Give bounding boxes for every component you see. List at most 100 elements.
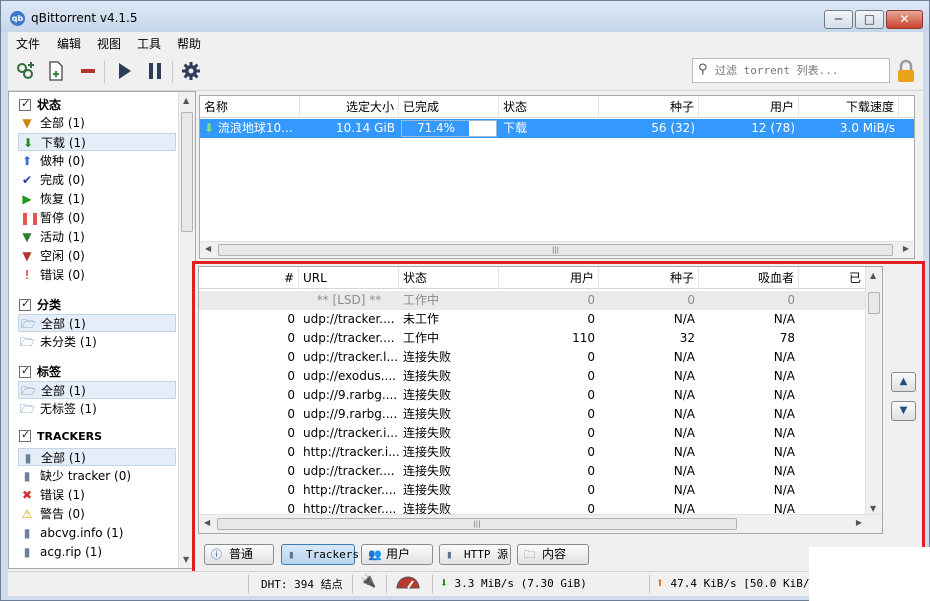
menu-file[interactable]: 文件 [16,35,40,52]
column-tier[interactable]: # [199,267,299,289]
scrollbar-thumb[interactable] [181,112,193,232]
tracker-row[interactable]: 0 http://tracker.i... 连接失败 0 N/A N/A [199,443,865,462]
add-torrent-file-button[interactable] [44,60,68,84]
close-button[interactable]: ✕ [886,10,923,29]
sidebar-item[interactable]: ✔ 完成 (0) [18,171,176,189]
status-section-header[interactable]: 状态 [19,96,61,113]
torrent-list-hscrollbar[interactable]: ◀ ||| ▶ [200,241,914,258]
sidebar-item[interactable]: ✖ 错误 (1) [18,486,176,504]
tracker-status: 未工作 [403,312,440,326]
scroll-left-icon[interactable]: ◀ [205,244,211,253]
trackers-vscrollbar[interactable]: ▲ ▼ [865,267,882,515]
column-peers[interactable]: 用户 [699,96,799,118]
column-tracker-downloaded[interactable]: 已 [799,267,865,289]
scrollbar-thumb[interactable]: ||| [217,518,737,530]
column-progress[interactable]: 已完成 [399,96,499,118]
column-tracker-peers[interactable]: 用户 [499,267,599,289]
tab-general[interactable]: ⓘ 普通 [204,544,274,565]
error-circle-icon: ✖ [21,488,33,502]
remove-torrent-button[interactable] [76,60,100,84]
tracker-row[interactable]: 0 udp://9.rarbg.... 连接失败 0 N/A N/A [199,405,865,424]
scroll-down-icon[interactable]: ▼ [183,555,189,564]
options-button[interactable] [179,60,203,84]
column-status[interactable]: 状态 [499,96,599,118]
maximize-button[interactable]: □ [855,10,884,29]
tracker-row[interactable]: 0 udp://tracker.i... 连接失败 0 N/A N/A [199,424,865,443]
trackers-section-header[interactable]: TRACKERS [19,428,102,443]
tracker-row[interactable]: 0 udp://9.rarbg.... 连接失败 0 N/A N/A [199,386,865,405]
sidebar-item[interactable]: ▮ abcvg.info (1) [18,524,176,542]
torrent-filter-input[interactable] [715,62,885,79]
sidebar-item[interactable]: 🗁 无标签 (1) [18,400,176,418]
menu-tools[interactable]: 工具 [137,35,161,52]
move-tracker-down-button[interactable]: ▼ [891,401,916,421]
tracker-row[interactable]: 0 udp://tracker.l... 连接失败 0 N/A N/A [199,348,865,367]
tab-http-sources[interactable]: ▮ HTTP 源 [439,544,511,565]
column-tracker-status[interactable]: 状态 [399,267,499,289]
torrent-filter-box[interactable]: ⚲ [692,58,890,83]
menu-edit[interactable]: 编辑 [57,35,81,52]
tab-content[interactable]: 🗀 内容 [517,544,589,565]
sidebar-item[interactable]: ▶ 恢复 (1) [18,190,176,208]
sidebar-item[interactable]: ⬇ 下载 (1) [18,133,176,151]
column-tracker-leeches[interactable]: 吸血者 [699,267,799,289]
sidebar-item[interactable]: ▮ 缺少 tracker (0) [18,467,176,485]
tab-trackers[interactable]: ▮ Trackers [281,544,359,565]
sidebar-item[interactable]: ❚❚暂停 (0) [18,209,176,227]
scroll-right-icon[interactable]: ▶ [856,518,862,527]
sidebar-item[interactable]: ▼ 全部 (1) [18,114,176,132]
resume-button[interactable] [112,60,136,84]
tracker-url: udp://tracker.... [303,312,395,326]
sidebar-item[interactable]: 🗁 全部 (1) [18,314,176,332]
tab-peers[interactable]: 👥 用户 [361,544,433,565]
tracker-row[interactable]: 0 udp://tracker.... 连接失败 0 N/A N/A [199,462,865,481]
minimize-button[interactable]: ─ [824,10,853,29]
sidebar-item[interactable]: ▼ 空闲 (0) [18,247,176,265]
pause-button[interactable] [143,60,167,84]
tracker-row[interactable]: 0 udp://exodus.... 连接失败 0 N/A N/A [199,367,865,386]
category-section-header[interactable]: 分类 [19,296,61,313]
menu-view[interactable]: 视图 [97,35,121,52]
tracker-row[interactable]: 0 udp://tracker.... 未工作 0 N/A N/A [199,310,865,329]
checkbox[interactable] [19,97,31,111]
column-tracker-seeds[interactable]: 种子 [599,267,699,289]
scroll-right-icon[interactable]: ▶ [903,244,909,253]
scroll-up-icon[interactable]: ▲ [183,96,189,105]
sidebar-item[interactable]: ⚠ 警告 (0) [18,505,176,523]
upload-speed[interactable]: ⬆ 47.4 KiB/s [50.0 KiB/s] [656,576,823,591]
sidebar-item[interactable]: 🗁 全部 (1) [18,381,176,399]
column-name[interactable]: 名称 [200,96,300,118]
scroll-down-icon[interactable]: ▼ [870,504,876,513]
scrollbar-thumb[interactable]: ||| [218,244,893,256]
torrent-row[interactable]: ⬇ 流浪地球10... 10.14 GiB 71.4% 下载 56 (32) 1… [200,119,914,138]
alt-speed-toggle[interactable] [395,575,421,592]
connection-status-icon[interactable]: 🔌 [360,574,376,589]
tags-section-header[interactable]: 标签 [19,363,61,380]
tracker-row[interactable]: ** [LSD] ** 工作中 0 0 0 [199,291,865,310]
sidebar-item[interactable]: ▮ acg.rip (1) [18,543,176,561]
sidebar-item[interactable]: ▼ 活动 (1) [18,228,176,246]
column-seeds[interactable]: 种子 [599,96,699,118]
add-torrent-link-button[interactable] [14,60,38,84]
sidebar-item[interactable]: ▮ 全部 (1) [18,448,176,466]
sidebar-item[interactable]: ⬆ 做种 (0) [18,152,176,170]
tracker-row[interactable]: 0 udp://tracker.... 工作中 110 32 78 [199,329,865,348]
column-size[interactable]: 选定大小 [300,96,399,118]
menu-help[interactable]: 帮助 [177,35,201,52]
lock-icon[interactable] [895,59,917,84]
scroll-up-icon[interactable]: ▲ [870,271,876,280]
scrollbar-thumb[interactable] [868,292,880,314]
checkbox[interactable] [19,364,31,378]
checkbox[interactable] [19,428,31,442]
checkbox[interactable] [19,297,31,311]
column-url[interactable]: URL [299,267,399,289]
column-download-speed[interactable]: 下载速度 [799,96,899,118]
move-tracker-up-button[interactable]: ▲ [891,372,916,392]
download-speed[interactable]: ⬇ 3.3 MiB/s (7.30 GiB) [440,576,587,591]
scroll-left-icon[interactable]: ◀ [204,518,210,527]
sidebar-item[interactable]: ! 错误 (0) [18,266,176,284]
tracker-seeds: N/A [673,350,695,364]
tracker-row[interactable]: 0 http://tracker.... 连接失败 0 N/A N/A [199,481,865,500]
trackers-hscrollbar[interactable]: ◀ ||| ▶ [199,514,882,533]
sidebar-item[interactable]: 🗁 未分类 (1) [18,333,176,351]
